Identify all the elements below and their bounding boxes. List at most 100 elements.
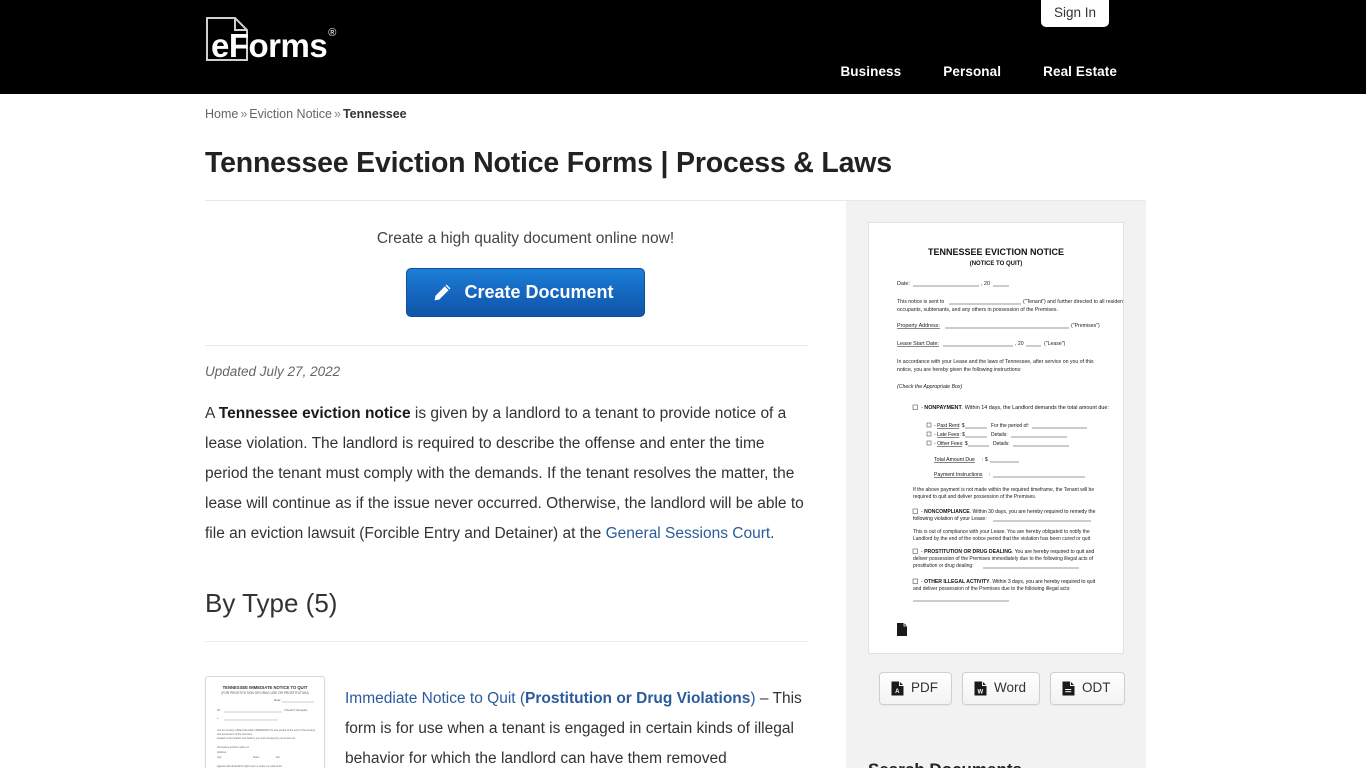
svg-text:A: A: [895, 689, 900, 695]
intro-bold: Tennessee eviction notice: [218, 405, 411, 422]
page-title: Tennessee Eviction Notice Forms | Proces…: [205, 147, 892, 179]
registered-mark: ®: [328, 27, 336, 39]
svg-text:- NONCOMPLIANCE. Within 30 day: - NONCOMPLIANCE. Within 30 days, you are…: [921, 509, 1096, 515]
svg-text:(Check the Appropriate Box): (Check the Appropriate Box): [897, 384, 963, 390]
nav-item-business[interactable]: Business: [840, 64, 901, 79]
svg-text:Tennessee eviction notice on: Tennessee eviction notice on: [217, 746, 250, 749]
cta-block: Create a high quality document online no…: [205, 201, 846, 317]
svg-text:deliver possession of the Prem: deliver possession of the Premises immed…: [913, 556, 1094, 562]
svg-text:("Premises"): ("Premises"): [1071, 323, 1100, 329]
section-divider: [205, 641, 808, 642]
svg-text:Total Amount Due: Total Amount Due: [934, 457, 975, 463]
svg-text:W: W: [977, 689, 983, 695]
download-buttons: A PDF W Word ODT: [868, 672, 1125, 705]
link-text-a: Immediate Notice to Quit (: [345, 690, 526, 707]
breadcrumb-separator-2: »: [333, 107, 341, 121]
svg-text:Details:: Details:: [993, 441, 1010, 447]
svg-text:TENNESSEE EVICTION NOTICE: TENNESSEE EVICTION NOTICE: [928, 247, 1064, 257]
immediate-notice-to-quit-link[interactable]: Immediate Notice to Quit (Prostitution o…: [345, 690, 756, 707]
breadcrumb-eviction-notice[interactable]: Eviction Notice: [249, 107, 332, 121]
list-item-body: Immediate Notice to Quit (Prostitution o…: [345, 676, 805, 768]
svg-text:: $: : $: [982, 457, 988, 463]
svg-text:Property Address:: Property Address:: [897, 323, 940, 329]
word-file-icon: W: [974, 681, 987, 696]
svg-text:Address:: Address:: [217, 751, 227, 754]
nav-item-real-estate[interactable]: Real Estate: [1043, 64, 1117, 79]
cta-divider: [205, 345, 808, 346]
page-container: Home» Eviction Notice» Tennessee Tennessee…: [203, 94, 1163, 768]
svg-text:required to quit and deliver p: required to quit and deliver possession …: [913, 494, 1036, 500]
svg-text:, 20: , 20: [1015, 341, 1024, 347]
pencil-icon: [433, 283, 452, 302]
breadcrumb-current: Tennessee: [342, 107, 407, 121]
intro-paragraph: A Tennessee eviction notice is given by …: [205, 399, 805, 549]
svg-text:("Tenant") Occupant: ("Tenant") Occupant: [284, 708, 307, 712]
breadcrumb-separator: »: [240, 107, 248, 121]
document-list: TENNESSEE IMMEDIATE NOTICE TO QUIT (FOR …: [205, 676, 846, 768]
intro-text-a: A: [205, 405, 219, 422]
logo-text: eForms: [211, 27, 328, 64]
svg-text:and possession of the premises: and possession of the premises: [217, 733, 253, 736]
svg-text:TENNESSEE IMMEDIATE NOTICE TO: TENNESSEE IMMEDIATE NOTICE TO QUIT: [223, 685, 308, 690]
main-navigation: Business Personal Real Estate: [840, 64, 1117, 79]
svg-text:- Late Fees: $: - Late Fees: $: [934, 432, 965, 438]
link-text-bold: Prostitution or Drug Violations: [525, 690, 751, 707]
svg-text:and deliver possession of the: and deliver possession of the Premises d…: [913, 586, 1071, 592]
svg-text:City:: City:: [217, 756, 222, 759]
download-pdf-label: PDF: [911, 680, 938, 695]
create-document-button[interactable]: Create Document: [406, 268, 645, 317]
search-documents-title: Search Documents: [868, 759, 1124, 768]
section-title-by-type: By Type (5): [205, 588, 338, 618]
svg-text:Payment Instructions: Payment Instructions: [934, 472, 983, 478]
svg-text:("Lease"): ("Lease"): [1044, 341, 1066, 347]
list-item-description: Immediate Notice to Quit (Prostitution o…: [345, 684, 805, 768]
create-document-label: Create Document: [464, 282, 614, 302]
cta-tagline: Create a high quality document online no…: [376, 230, 675, 247]
document-thumbnail[interactable]: TENNESSEE IMMEDIATE NOTICE TO QUIT (FOR …: [205, 676, 325, 768]
logo-wordmark: eForms®: [211, 24, 336, 64]
svg-text:For the period of:: For the period of:: [991, 423, 1029, 429]
svg-text:following violation of your Le: following violation of your Lease:: [913, 516, 987, 522]
svg-text:Lease Start Date:: Lease Start Date:: [897, 341, 939, 347]
intro-text-b: is given by a landlord to a tenant to pr…: [205, 405, 804, 542]
pdf-file-icon: A: [891, 681, 904, 696]
download-odt-button[interactable]: ODT: [1050, 672, 1125, 705]
svg-text:You are hereby notified that w: You are hereby notified that within IMME…: [217, 729, 316, 732]
svg-text:located in the location now he: located in the location now held by you …: [217, 737, 296, 740]
svg-text:This is out of compliance with: This is out of compliance with your Leas…: [913, 529, 1090, 535]
svg-text::: :: [989, 472, 990, 478]
main-content: Create a high quality document online no…: [203, 201, 846, 768]
svg-text:- Past Rent: $: - Past Rent: $: [934, 423, 965, 429]
svg-text:prostitution or drug dealing:: prostitution or drug dealing:: [913, 563, 974, 569]
nav-item-personal[interactable]: Personal: [943, 64, 1001, 79]
download-word-label: Word: [994, 680, 1027, 695]
svg-text:In accordance with your Lease: In accordance with your Lease and the la…: [897, 359, 1094, 365]
svg-text:(FOR PROSTITUTION OR DRUG USE: (FOR PROSTITUTION OR DRUG USE OR PROSTIT…: [221, 691, 308, 695]
svg-text:- NONPAYMENT. Within 14 days,: - NONPAYMENT. Within 14 days, the Landlo…: [921, 405, 1109, 411]
svg-text:To:: To:: [217, 708, 221, 712]
document-preview-card[interactable]: TENNESSEE EVICTION NOTICE (NOTICE TO QUI…: [868, 222, 1124, 654]
svg-text:If the above payment is not ma: If the above payment is not made within …: [913, 487, 1094, 493]
svg-text:Date:: Date:: [897, 281, 910, 287]
svg-text:("Tenant") and further directe: ("Tenant") and further directed to all r…: [1023, 299, 1123, 305]
site-logo[interactable]: eForms®: [205, 16, 336, 64]
svg-text:- PROSTITUTION OR DRUG DEALING: - PROSTITUTION OR DRUG DEALING. You are …: [921, 549, 1094, 555]
download-pdf-button[interactable]: A PDF: [879, 672, 952, 705]
svg-text:, 20: , 20: [981, 281, 990, 287]
breadcrumb-home[interactable]: Home: [205, 107, 238, 121]
sign-in-button[interactable]: Sign In: [1040, 0, 1109, 27]
general-sessions-court-link[interactable]: General Sessions Court: [606, 525, 771, 542]
svg-text:occupants, subtenants, and any: occupants, subtenants, and any others in…: [897, 307, 1058, 313]
svg-text:State:: State:: [253, 756, 260, 759]
updated-date: Updated July 27, 2022: [205, 364, 341, 379]
sidebar: TENNESSEE EVICTION NOTICE (NOTICE TO QUI…: [846, 201, 1146, 768]
intro-text-c: .: [770, 525, 775, 542]
svg-text:Date:: Date:: [274, 698, 281, 702]
svg-text:This notice is sent to: This notice is sent to: [897, 299, 944, 305]
site-header: eForms® Sign In Business Personal Real E…: [0, 0, 1366, 94]
breadcrumb: Home» Eviction Notice» Tennessee: [203, 94, 1163, 122]
list-item: TENNESSEE IMMEDIATE NOTICE TO QUIT (FOR …: [205, 676, 846, 768]
svg-text:(NOTICE TO QUIT): (NOTICE TO QUIT): [970, 261, 1023, 267]
download-odt-label: ODT: [1082, 680, 1111, 695]
download-word-button[interactable]: W Word: [962, 672, 1041, 705]
